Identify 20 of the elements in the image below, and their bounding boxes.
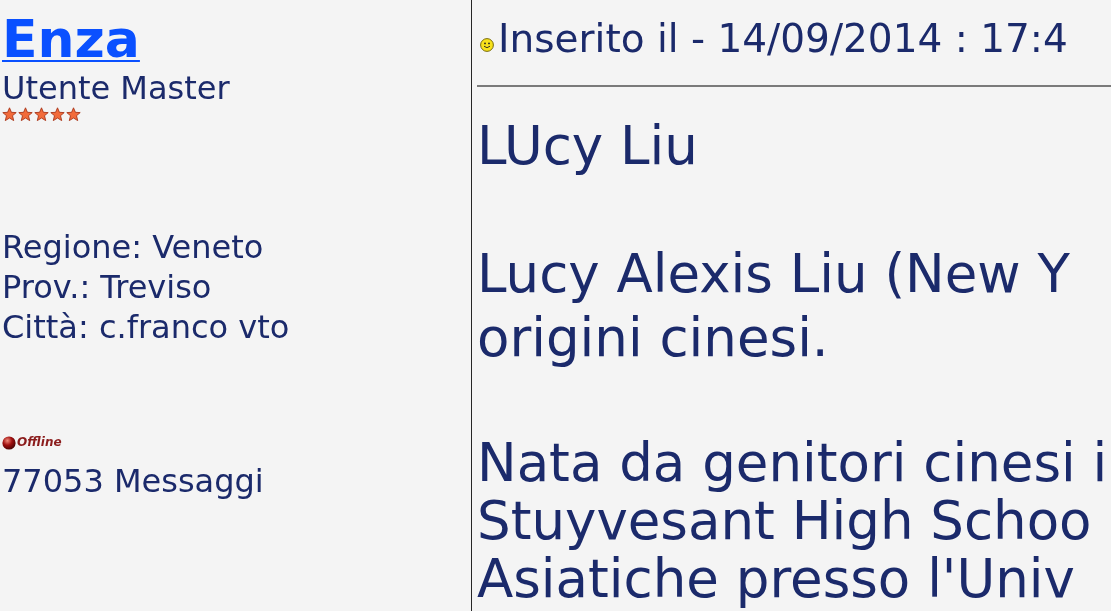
star-icon xyxy=(50,107,65,122)
post-text-line: Asiatiche presso l'Univ xyxy=(477,550,1075,608)
status-label: Offline xyxy=(17,435,62,450)
star-icon xyxy=(2,107,17,122)
rank-label: Utente Master xyxy=(2,69,230,107)
smiley-icon xyxy=(480,38,494,52)
profile-detail: Città: c.franco vto xyxy=(2,307,290,347)
star-icon xyxy=(18,107,33,122)
post-text-line: Nata da genitori cinesi i xyxy=(477,434,1108,492)
post-text-line: origini cinesi. xyxy=(477,306,829,370)
post-text-line: LUcy Liu xyxy=(477,114,698,178)
post-timestamp: Inserito il - 14/09/2014 : 17:4 xyxy=(498,16,1068,62)
author-name-link[interactable]: Enza xyxy=(2,9,140,69)
star-icon xyxy=(66,107,81,122)
profile-detail: Prov.: Treviso xyxy=(2,267,212,307)
post-count: 77053 Messaggi xyxy=(2,461,264,501)
post-text-line: Stuyvesant High Schoo xyxy=(477,492,1092,550)
star-icon xyxy=(34,107,49,122)
post-text-line: Lucy Alexis Liu (New Y xyxy=(477,242,1070,306)
profile-detail: Regione: Veneto xyxy=(2,227,264,267)
